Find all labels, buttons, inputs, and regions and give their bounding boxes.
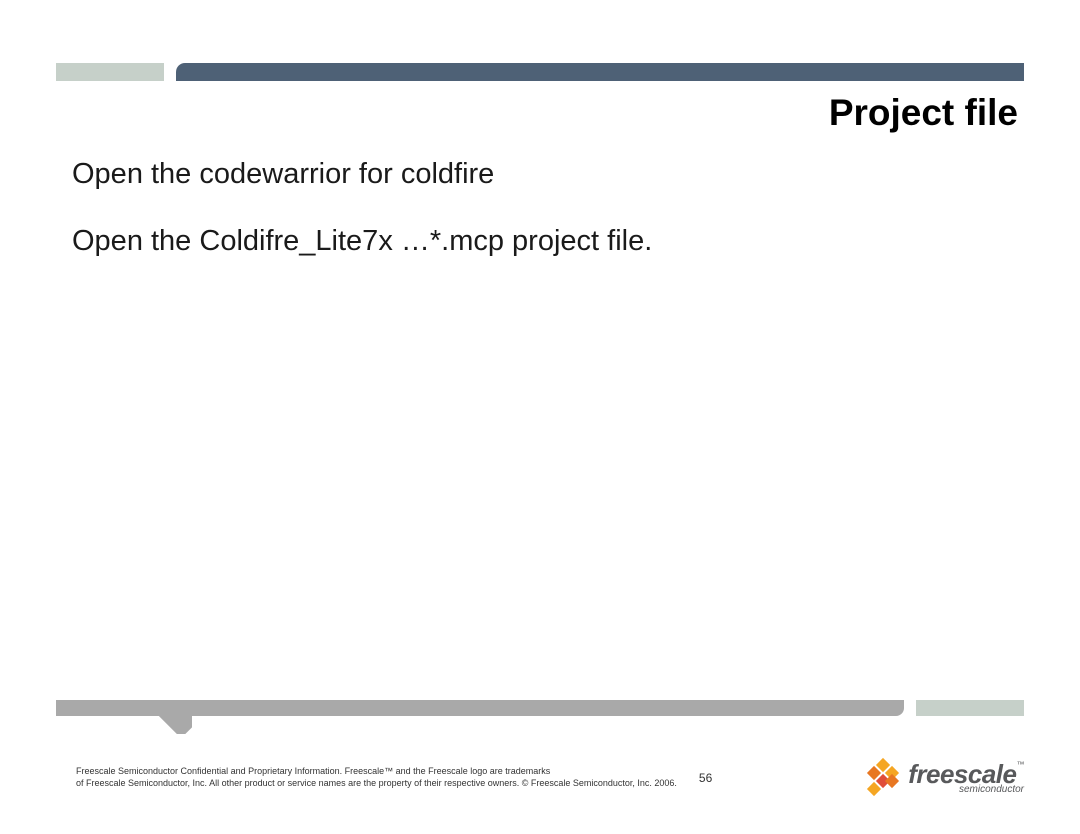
slide-content: Open the codewarrior for coldfire Open t… [72, 158, 1008, 292]
page-number: 56 [699, 771, 712, 785]
legal-text: Freescale Semiconductor Confidential and… [76, 766, 677, 789]
freescale-logo-icon [866, 760, 900, 796]
freescale-logo-text: freescale™ semiconductor [908, 761, 1024, 795]
topbar-main-block [176, 63, 1024, 81]
freescale-logo: freescale™ semiconductor [866, 760, 1024, 796]
legal-line-1: Freescale Semiconductor Confidential and… [76, 766, 550, 776]
logo-tm: ™ [1017, 760, 1025, 769]
bottom-bar [56, 700, 1024, 716]
topbar-accent-block [56, 63, 164, 81]
legal-line-2: of Freescale Semiconductor, Inc. All oth… [76, 778, 677, 788]
slide-title: Project file [829, 92, 1018, 134]
content-line-2: Open the Coldifre_Lite7x …*.mcp project … [72, 225, 1008, 258]
bottombar-notch [156, 716, 192, 734]
bottombar-accent-block [916, 700, 1024, 716]
bottombar-gray-block [56, 700, 904, 716]
logo-subtitle: semiconductor [908, 785, 1024, 795]
footer: Freescale Semiconductor Confidential and… [76, 760, 1024, 796]
content-line-1: Open the codewarrior for coldfire [72, 158, 1008, 191]
top-bar [56, 63, 1024, 81]
